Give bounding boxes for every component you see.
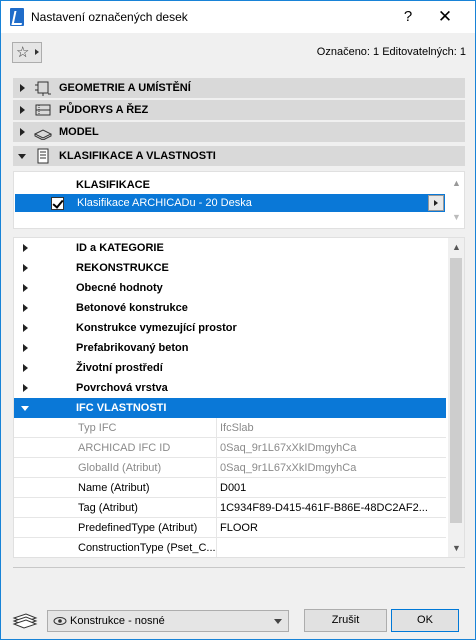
document-icon (37, 148, 49, 164)
field-name: GlobalId (Atribut) (78, 462, 162, 474)
property-field-row: ARCHICAD IFC ID 0Saq_9r1L67xXkIDmgyhCa (14, 438, 446, 458)
archicad-app-icon (10, 8, 24, 26)
layer-label: Konstrukce - nosné (70, 615, 165, 627)
layers-icon (12, 613, 38, 629)
classification-checkbox[interactable] (51, 197, 64, 210)
section-label: PŮDORYS A ŘEZ (59, 104, 149, 116)
section-label: GEOMETRIE A UMÍSTĚNÍ (59, 82, 191, 94)
classification-header: KLASIFIKACE (76, 179, 150, 191)
property-group-label: Životní prostředí (76, 362, 163, 374)
property-group-label: REKONSTRUKCE (76, 262, 169, 274)
property-group-label: IFC VLASTNOSTI (76, 402, 167, 414)
scroll-up-icon[interactable]: ▲ (452, 242, 461, 252)
properties-panel: ID a KATEGORIE REKONSTRUKCE Obecné hodno… (13, 237, 465, 558)
dialog-window: Nastavení označených desek ? ✕ ☆ Označen… (0, 0, 476, 640)
eye-icon (53, 617, 67, 625)
expand-arrow-icon (23, 244, 28, 252)
field-name: ARCHICAD IFC ID (78, 442, 171, 454)
classification-value: Klasifikace ARCHICADu - 20 Deska (77, 197, 252, 209)
scroll-up-icon[interactable]: ▲ (452, 178, 461, 188)
expand-arrow-icon (23, 364, 28, 372)
chevron-right-icon (35, 49, 39, 55)
field-value-input[interactable]: FLOOR (220, 522, 444, 534)
expand-arrow-icon (23, 384, 28, 392)
property-group-row[interactable]: Konstrukce vymezující prostor (14, 318, 446, 338)
field-value: IfcSlab (220, 422, 254, 434)
field-value: 0Saq_9r1L67xXkIDmgyhCa (220, 442, 357, 454)
property-field-row[interactable]: PredefinedType (Atribut) FLOOR (14, 518, 446, 538)
scrollbar-thumb[interactable] (450, 258, 462, 523)
property-field-row[interactable]: Name (Atribut) D001 (14, 478, 446, 498)
expand-arrow-icon (23, 284, 28, 292)
property-group-label: ID a KATEGORIE (76, 242, 164, 254)
section-label: MODEL (59, 126, 99, 138)
floorplan-icon (35, 104, 51, 116)
selection-count: Označeno: 1 Editovatelných: 1 (316, 46, 466, 58)
window-title: Nastavení označených desek (31, 10, 188, 24)
field-name: Tag (Atribut) (78, 502, 138, 514)
classification-scrollbar[interactable]: ▲ ▼ (448, 172, 464, 228)
favorites-button[interactable]: ☆ (12, 42, 42, 63)
property-group-label: Obecné hodnoty (76, 282, 163, 294)
property-group-row-selected[interactable]: IFC VLASTNOSTI (14, 398, 446, 418)
field-name: Name (Atribut) (78, 482, 150, 494)
expand-arrow-icon (23, 264, 28, 272)
property-group-row[interactable]: Povrchová vrstva (14, 378, 446, 398)
field-name: ConstructionType (Pset_C... (78, 542, 216, 554)
classification-row[interactable]: Klasifikace ARCHICADu - 20 Deska (15, 194, 445, 212)
classification-panel: KLASIFIKACE Klasifikace ARCHICADu - 20 D… (13, 171, 465, 229)
section-geometry[interactable]: GEOMETRIE A UMÍSTĚNÍ (13, 78, 465, 98)
property-group-row[interactable]: Obecné hodnoty (14, 278, 446, 298)
field-value: 0Saq_9r1L67xXkIDmgyhCa (220, 462, 357, 474)
property-field-row[interactable]: Tag (Atribut) 1C934F89-D415-461F-B86E-48… (14, 498, 446, 518)
geometry-icon (35, 81, 51, 96)
section-floorplan[interactable]: PŮDORYS A ŘEZ (13, 100, 465, 120)
layer-dropdown[interactable]: Konstrukce - nosné (47, 610, 289, 632)
property-group-label: Betonové konstrukce (76, 302, 188, 314)
help-button[interactable]: ? (393, 6, 423, 28)
star-icon: ☆ (16, 44, 30, 61)
property-group-row[interactable]: ID a KATEGORIE (14, 238, 446, 258)
field-value-input[interactable]: 1C934F89-D415-461F-B86E-48DC2AF2... (220, 502, 444, 514)
field-value-input[interactable]: D001 (220, 482, 444, 494)
field-name: Typ IFC (78, 422, 117, 434)
collapse-arrow-icon (21, 406, 29, 411)
property-group-row[interactable]: REKONSTRUKCE (14, 258, 446, 278)
divider (13, 567, 465, 568)
section-label: KLASIFIKACE A VLASTNOSTI (59, 150, 216, 162)
chevron-down-icon (274, 619, 282, 624)
expand-arrow-icon (20, 128, 25, 136)
title-bar: Nastavení označených desek ? ✕ (1, 1, 475, 33)
classification-menu-button[interactable] (428, 195, 444, 211)
expand-arrow-icon (23, 324, 28, 332)
expand-arrow-icon (23, 344, 28, 352)
expand-arrow-icon (20, 84, 25, 92)
property-group-row[interactable]: Betonové konstrukce (14, 298, 446, 318)
ok-button[interactable]: OK (391, 609, 459, 632)
close-button[interactable]: ✕ (430, 6, 460, 28)
expand-arrow-icon (23, 304, 28, 312)
scroll-down-icon[interactable]: ▼ (452, 543, 461, 553)
property-field-row: Typ IFC IfcSlab (14, 418, 446, 438)
property-group-label: Prefabrikovaný beton (76, 342, 189, 354)
property-field-row: GlobalId (Atribut) 0Saq_9r1L67xXkIDmgyhC… (14, 458, 446, 478)
properties-scrollbar[interactable]: ▲ ▼ (448, 238, 464, 557)
section-model[interactable]: MODEL (13, 122, 465, 142)
model-icon (34, 129, 52, 140)
collapse-arrow-icon (18, 154, 26, 159)
field-name: PredefinedType (Atribut) (78, 522, 198, 534)
expand-arrow-icon (20, 106, 25, 114)
cancel-button[interactable]: Zrušit (304, 609, 387, 632)
property-field-row[interactable]: ConstructionType (Pset_C... (14, 538, 446, 557)
property-group-label: Konstrukce vymezující prostor (76, 322, 237, 334)
property-group-row[interactable]: Životní prostředí (14, 358, 446, 378)
scroll-down-icon[interactable]: ▼ (452, 212, 461, 222)
property-group-row[interactable]: Prefabrikovaný beton (14, 338, 446, 358)
property-group-label: Povrchová vrstva (76, 382, 168, 394)
section-classification[interactable]: KLASIFIKACE A VLASTNOSTI (13, 146, 465, 166)
